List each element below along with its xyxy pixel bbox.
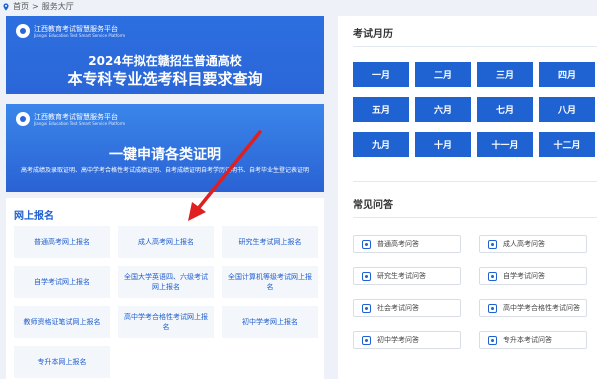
registration-item[interactable]: 自学考试网上报名 (14, 266, 110, 298)
faq-item-label: 初中学考问答 (377, 336, 419, 344)
faq-title: 常见问答 (353, 200, 393, 211)
month-button[interactable]: 九月 (353, 132, 409, 157)
faq-item[interactable]: 研究生考试问答 (353, 267, 461, 285)
faq-icon (362, 239, 371, 249)
faq-icon (362, 271, 371, 281)
faq-item[interactable]: 初中学考问答 (353, 331, 461, 349)
divider (353, 217, 597, 218)
divider (353, 181, 597, 182)
breadcrumb: 首页 > 服务大厅 (0, 0, 74, 14)
certificate-banner[interactable]: 江西教育考试智慧服务平台 Jiangxi Education Test Smar… (6, 104, 324, 192)
breadcrumb-current: 服务大厅 (41, 2, 74, 11)
divider (353, 46, 597, 47)
faq-icon (488, 335, 497, 345)
faq-icon (488, 239, 497, 249)
month-button[interactable]: 十一月 (477, 132, 533, 157)
month-button[interactable]: 一月 (353, 62, 409, 87)
registration-item[interactable]: 专升本网上报名 (14, 346, 110, 378)
month-button[interactable]: 五月 (353, 97, 409, 122)
month-button[interactable]: 十二月 (539, 132, 595, 157)
banner2-subtitle: 高考成绩及录取证明、高中学考合格性考试成绩证明、自考成绩证明自考学历证明书、自考… (20, 167, 309, 174)
month-button[interactable]: 二月 (415, 62, 471, 87)
faq-item[interactable]: 社会考试问答 (353, 299, 461, 317)
faq-item[interactable]: 成人高考问答 (479, 235, 587, 253)
registration-item[interactable]: 研究生考试网上报名 (222, 226, 318, 258)
registration-item[interactable]: 高中学考合格性考试网上报名 (118, 306, 214, 338)
banner2-title: 一键申请各类证明 (109, 147, 221, 163)
banner1-line2: 本专科专业选考科目要求查询 (67, 70, 263, 88)
banner1-line1: 2024年拟在赣招生普通高校 (88, 54, 242, 68)
faq-item-label: 研究生考试问答 (377, 272, 426, 280)
faq-item-label: 自学考试问答 (503, 272, 545, 280)
month-button[interactable]: 七月 (477, 97, 533, 122)
logo-cn-text: 江西教育考试智慧服务平台 (34, 112, 118, 121)
registration-item[interactable]: 普通高考网上报名 (14, 226, 110, 258)
faq-icon (362, 335, 371, 345)
faq-item[interactable]: 普通高考问答 (353, 235, 461, 253)
exam-calendar-title: 考试月历 (353, 29, 393, 40)
registration-item[interactable]: 初中学考网上报名 (222, 306, 318, 338)
breadcrumb-separator: > (32, 2, 39, 11)
month-button[interactable]: 四月 (539, 62, 595, 87)
registration-item[interactable]: 教师资格证笔试网上报名 (14, 306, 110, 338)
left-column: 江西教育考试智慧服务平台 Jiangxi Education Test Smar… (6, 16, 324, 379)
right-column: 考试月历 一月 二月 三月 四月 五月 六月 七月 八月 九月 十月 十一月 十… (338, 16, 597, 379)
faq-item[interactable]: 专升本考试问答 (479, 331, 587, 349)
online-registration-panel: 网上报名 普通高考网上报名 成人高考网上报名 研究生考试网上报名 自学考试网上报… (6, 198, 324, 379)
platform-logo-icon (16, 24, 30, 38)
registration-title: 网上报名 (14, 211, 54, 222)
faq-item[interactable]: 高中学考合格性考试问答 (479, 299, 587, 317)
platform-logo: 江西教育考试智慧服务平台 Jiangxi Education Test Smar… (16, 112, 125, 126)
platform-logo: 江西教育考试智慧服务平台 Jiangxi Education Test Smar… (16, 24, 125, 38)
registration-item[interactable]: 全国计算机等级考试网上报名 (222, 266, 318, 298)
faq-item-label: 成人高考问答 (503, 240, 545, 248)
logo-cn-text: 江西教育考试智慧服务平台 (34, 24, 118, 33)
location-pin-icon (3, 3, 9, 11)
logo-en-text: Jiangxi Education Test Smart Service Pla… (34, 32, 126, 38)
faq-icon (488, 271, 497, 281)
faq-item[interactable]: 自学考试问答 (479, 267, 587, 285)
month-button[interactable]: 六月 (415, 97, 471, 122)
month-button[interactable]: 十月 (415, 132, 471, 157)
exam-calendar-months: 一月 二月 三月 四月 五月 六月 七月 八月 九月 十月 十一月 十二月 (353, 62, 597, 157)
registration-item[interactable]: 成人高考网上报名 (118, 226, 214, 258)
faq-icon (488, 303, 497, 313)
subject-query-banner[interactable]: 江西教育考试智慧服务平台 Jiangxi Education Test Smar… (6, 16, 324, 94)
faq-grid: 普通高考问答 成人高考问答 研究生考试问答 自学考试问答 社会考试问答 高中学考… (353, 235, 597, 349)
faq-item-label: 普通高考问答 (377, 240, 419, 248)
logo-en-text: Jiangxi Education Test Smart Service Pla… (34, 120, 126, 126)
month-button[interactable]: 八月 (539, 97, 595, 122)
faq-item-label: 高中学考合格性考试问答 (503, 304, 580, 312)
faq-item-label: 专升本考试问答 (503, 336, 552, 344)
breadcrumb-home[interactable]: 首页 (13, 0, 29, 14)
faq-icon (362, 303, 371, 313)
registration-grid: 普通高考网上报名 成人高考网上报名 研究生考试网上报名 自学考试网上报名 全国大… (14, 226, 318, 378)
faq-item-label: 社会考试问答 (377, 304, 419, 312)
registration-item[interactable]: 全国大学英语四、六级考试网上报名 (118, 266, 214, 298)
platform-logo-icon (16, 112, 30, 126)
month-button[interactable]: 三月 (477, 62, 533, 87)
